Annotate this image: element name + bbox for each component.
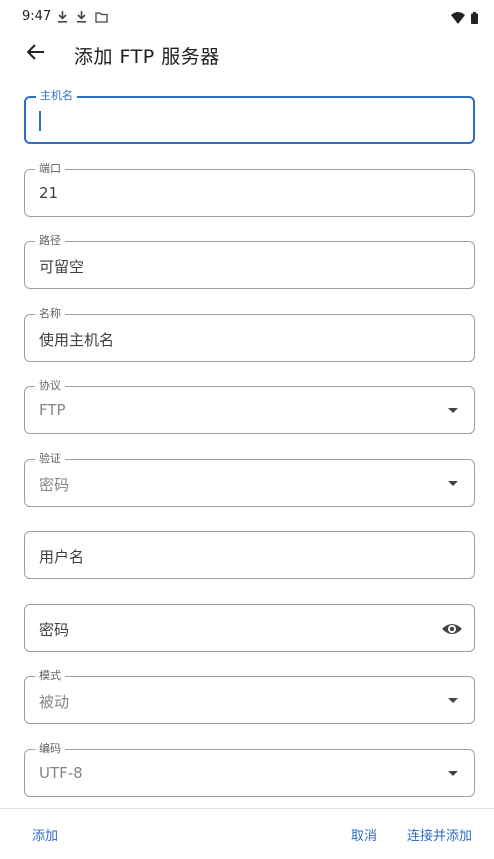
mode-value: 被动 — [39, 693, 70, 711]
mode-select[interactable]: 模式 被动 — [24, 669, 475, 724]
status-time: 9:47 — [22, 9, 52, 24]
add-button[interactable]: 添加 — [32, 825, 58, 844]
status-right-icons — [451, 9, 478, 28]
bottom-action-bar: 添加 取消 连接并添加 — [0, 808, 494, 859]
protocol-label: 协议 — [35, 379, 65, 393]
cancel-button[interactable]: 取消 — [351, 825, 377, 844]
folder-icon — [95, 8, 108, 27]
path-value: 可留空 — [39, 258, 85, 276]
name-value: 使用主机名 — [39, 331, 115, 349]
path-field[interactable]: 路径 可留空 — [24, 234, 475, 289]
port-value: 21 — [39, 184, 59, 202]
password-field[interactable]: 密码 — [24, 604, 475, 652]
visibility-icon[interactable] — [440, 617, 464, 641]
text-cursor — [39, 111, 41, 131]
app-bar: 添加 FTP 服务器 — [0, 34, 494, 74]
username-placeholder: 用户名 — [39, 548, 85, 566]
path-label: 路径 — [35, 234, 65, 248]
port-field[interactable]: 端口 21 — [24, 162, 475, 217]
dropdown-arrow-icon — [448, 771, 458, 776]
wifi-icon — [451, 9, 465, 28]
arrow-back-icon — [26, 44, 45, 64]
connect-and-add-button[interactable]: 连接并添加 — [407, 825, 472, 844]
auth-value: 密码 — [39, 476, 70, 494]
download-icon — [57, 8, 68, 27]
host-label: 主机名 — [36, 89, 77, 103]
port-label: 端口 — [35, 162, 65, 176]
password-placeholder: 密码 — [39, 621, 70, 639]
auth-label: 验证 — [35, 452, 65, 466]
page-title: 添加 FTP 服务器 — [74, 46, 220, 68]
status-bar: 9:47 — [0, 0, 494, 34]
battery-icon — [471, 9, 478, 28]
dropdown-arrow-icon — [448, 408, 458, 413]
name-field[interactable]: 名称 使用主机名 — [24, 307, 475, 362]
protocol-value: FTP — [39, 401, 66, 419]
encoding-label: 编码 — [35, 742, 65, 756]
back-button[interactable] — [22, 40, 50, 68]
host-field[interactable]: 主机名 — [24, 89, 475, 144]
mode-label: 模式 — [35, 669, 65, 683]
encoding-select[interactable]: 编码 UTF-8 — [24, 742, 475, 797]
dropdown-arrow-icon — [448, 698, 458, 703]
download-icon — [76, 8, 87, 27]
name-label: 名称 — [35, 307, 65, 321]
username-field[interactable]: 用户名 — [24, 531, 475, 579]
protocol-select[interactable]: 协议 FTP — [24, 379, 475, 434]
status-left-icons — [57, 8, 108, 27]
auth-select[interactable]: 验证 密码 — [24, 452, 475, 507]
dropdown-arrow-icon — [448, 481, 458, 486]
encoding-value: UTF-8 — [39, 764, 83, 782]
